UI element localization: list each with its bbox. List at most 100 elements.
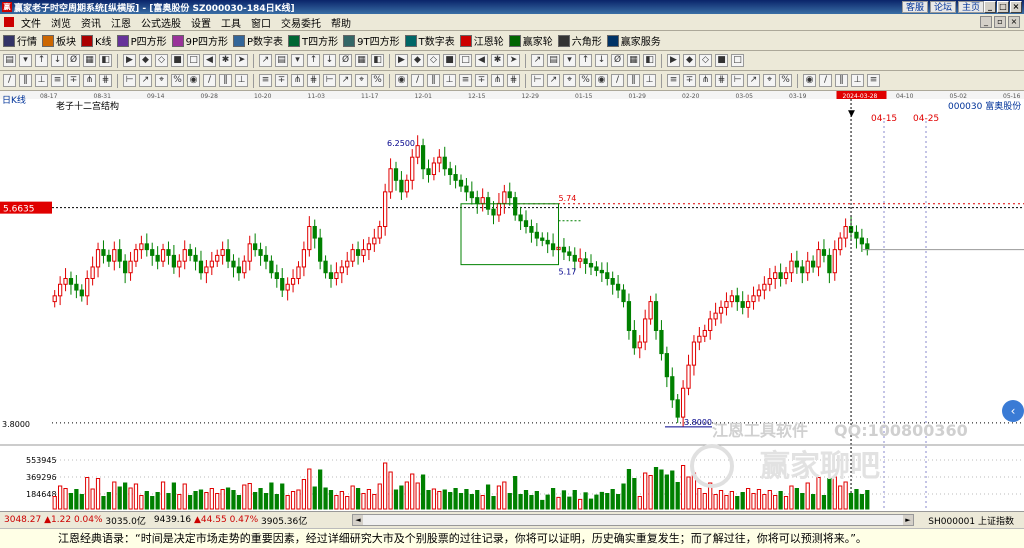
draw-tool-icon[interactable]: Ø: [611, 54, 624, 67]
analysis-tool-icon[interactable]: ‖: [627, 74, 640, 87]
mdi-close-button[interactable]: ×: [1008, 16, 1020, 28]
draw-tool-icon[interactable]: ◀: [475, 54, 488, 67]
analysis-tool-icon[interactable]: /: [203, 74, 216, 87]
draw-tool-icon[interactable]: ▤: [547, 54, 560, 67]
analysis-tool-icon[interactable]: ◉: [803, 74, 816, 87]
toolbar-9p-square-button[interactable]: 9P四方形: [171, 33, 228, 48]
analysis-tool-icon[interactable]: ⊥: [851, 74, 864, 87]
draw-tool-icon[interactable]: ▦: [627, 54, 640, 67]
analysis-tool-icon[interactable]: ⋕: [507, 74, 520, 87]
toolbar-service-button[interactable]: 赢家服务: [606, 33, 661, 48]
draw-tool-icon[interactable]: ◇: [155, 54, 168, 67]
analysis-tool-icon[interactable]: ⋕: [715, 74, 728, 87]
analysis-tool-icon[interactable]: ‖: [219, 74, 232, 87]
draw-tool-icon[interactable]: ◆: [411, 54, 424, 67]
chart-scrollbar[interactable]: ◄ ►: [352, 514, 914, 526]
toolbar-hexagram-button[interactable]: 六角形: [557, 33, 602, 48]
close-button[interactable]: ×: [1010, 1, 1022, 13]
mdi-restore-button[interactable]: ▫: [994, 16, 1006, 28]
draw-tool-icon[interactable]: ◇: [427, 54, 440, 67]
analysis-tool-icon[interactable]: ≡: [867, 74, 880, 87]
draw-tool-icon[interactable]: ◆: [139, 54, 152, 67]
draw-tool-icon[interactable]: ◇: [699, 54, 712, 67]
analysis-tool-icon[interactable]: ⋔: [83, 74, 96, 87]
analysis-tool-icon[interactable]: ◉: [187, 74, 200, 87]
side-expand-button[interactable]: ‹: [1002, 400, 1024, 422]
draw-tool-icon[interactable]: □: [459, 54, 472, 67]
analysis-tool-icon[interactable]: ⌖: [563, 74, 576, 87]
analysis-tool-icon[interactable]: ≡: [259, 74, 272, 87]
menu-trade[interactable]: 交易委托: [276, 15, 326, 30]
analysis-tool-icon[interactable]: ◉: [395, 74, 408, 87]
draw-tool-icon[interactable]: ■: [171, 54, 184, 67]
scroll-left-icon[interactable]: ◄: [353, 515, 363, 525]
analysis-tool-icon[interactable]: ⋕: [99, 74, 112, 87]
draw-tool-icon[interactable]: ◧: [643, 54, 656, 67]
draw-tool-icon[interactable]: ▦: [83, 54, 96, 67]
analysis-tool-icon[interactable]: ∓: [475, 74, 488, 87]
toolbar-p-square-button[interactable]: P四方形: [116, 33, 167, 48]
draw-tool-icon[interactable]: ▶: [667, 54, 680, 67]
toolbar-winner-wheel-button[interactable]: 赢家轮: [508, 33, 553, 48]
analysis-tool-icon[interactable]: ∓: [275, 74, 288, 87]
analysis-tool-icon[interactable]: ⊢: [123, 74, 136, 87]
draw-tool-icon[interactable]: ↑: [35, 54, 48, 67]
analysis-tool-icon[interactable]: /: [611, 74, 624, 87]
analysis-tool-icon[interactable]: /: [819, 74, 832, 87]
analysis-tool-icon[interactable]: ⊥: [35, 74, 48, 87]
toolbar-grid-button[interactable]: 行情: [3, 33, 37, 48]
analysis-tool-icon[interactable]: ≡: [51, 74, 64, 87]
analysis-tool-icon[interactable]: /: [411, 74, 424, 87]
toolbar-t-square-button[interactable]: T四方形: [288, 33, 338, 48]
analysis-tool-icon[interactable]: ↗: [139, 74, 152, 87]
draw-tool-icon[interactable]: ↗: [259, 54, 272, 67]
toolbar-p-number-button[interactable]: P数字表: [233, 33, 283, 48]
menu-formula[interactable]: 公式选股: [136, 15, 186, 30]
analysis-tool-icon[interactable]: ≡: [459, 74, 472, 87]
draw-tool-icon[interactable]: ■: [715, 54, 728, 67]
menu-settings[interactable]: 设置: [186, 15, 216, 30]
index-sz-pane[interactable]: 9439.16 ▲44.55 0.47% 3905.36亿: [154, 514, 307, 527]
analysis-tool-icon[interactable]: ⌖: [155, 74, 168, 87]
analysis-tool-icon[interactable]: ↗: [339, 74, 352, 87]
draw-tool-icon[interactable]: ↑: [579, 54, 592, 67]
draw-tool-icon[interactable]: ◀: [203, 54, 216, 67]
analysis-tool-icon[interactable]: ⋔: [291, 74, 304, 87]
analysis-tool-icon[interactable]: ∓: [67, 74, 80, 87]
toolbar-gann-wheel-button[interactable]: 江恩轮: [459, 33, 504, 48]
menu-tools[interactable]: 工具: [216, 15, 246, 30]
menu-gann[interactable]: 江恩: [106, 15, 136, 30]
maximize-button[interactable]: □: [997, 1, 1009, 13]
analysis-tool-icon[interactable]: ◉: [595, 74, 608, 87]
menu-file[interactable]: 文件: [16, 15, 46, 30]
link-support[interactable]: 客服: [901, 1, 928, 13]
menu-info[interactable]: 资讯: [76, 15, 106, 30]
toolbar-blocks-button[interactable]: 板块: [42, 33, 76, 48]
analysis-tool-icon[interactable]: %: [779, 74, 792, 87]
analysis-tool-icon[interactable]: %: [579, 74, 592, 87]
mdi-min-button[interactable]: _: [980, 16, 992, 28]
analysis-tool-icon[interactable]: ∓: [683, 74, 696, 87]
draw-tool-icon[interactable]: ↑: [307, 54, 320, 67]
draw-tool-icon[interactable]: ▶: [395, 54, 408, 67]
draw-tool-icon[interactable]: ↓: [323, 54, 336, 67]
index-sh-pane[interactable]: 3048.27 ▲1.22 0.04% 3035.0亿: [4, 514, 146, 527]
draw-tool-icon[interactable]: ▤: [275, 54, 288, 67]
draw-tool-icon[interactable]: ▶: [123, 54, 136, 67]
draw-tool-icon[interactable]: ◆: [683, 54, 696, 67]
draw-tool-icon[interactable]: ↓: [51, 54, 64, 67]
menu-browse[interactable]: 浏览: [46, 15, 76, 30]
draw-tool-icon[interactable]: ◧: [99, 54, 112, 67]
analysis-tool-icon[interactable]: ‖: [427, 74, 440, 87]
draw-tool-icon[interactable]: □: [187, 54, 200, 67]
link-forum[interactable]: 论坛: [929, 1, 956, 13]
index-selector[interactable]: SH000001 上证指数: [928, 514, 1014, 527]
draw-tool-icon[interactable]: ◧: [371, 54, 384, 67]
analysis-tool-icon[interactable]: ⋔: [699, 74, 712, 87]
analysis-tool-icon[interactable]: %: [171, 74, 184, 87]
analysis-tool-icon[interactable]: ≡: [667, 74, 680, 87]
menu-window[interactable]: 窗口: [246, 15, 276, 30]
draw-tool-icon[interactable]: Ø: [339, 54, 352, 67]
draw-tool-icon[interactable]: ✱: [219, 54, 232, 67]
analysis-tool-icon[interactable]: ⊢: [731, 74, 744, 87]
